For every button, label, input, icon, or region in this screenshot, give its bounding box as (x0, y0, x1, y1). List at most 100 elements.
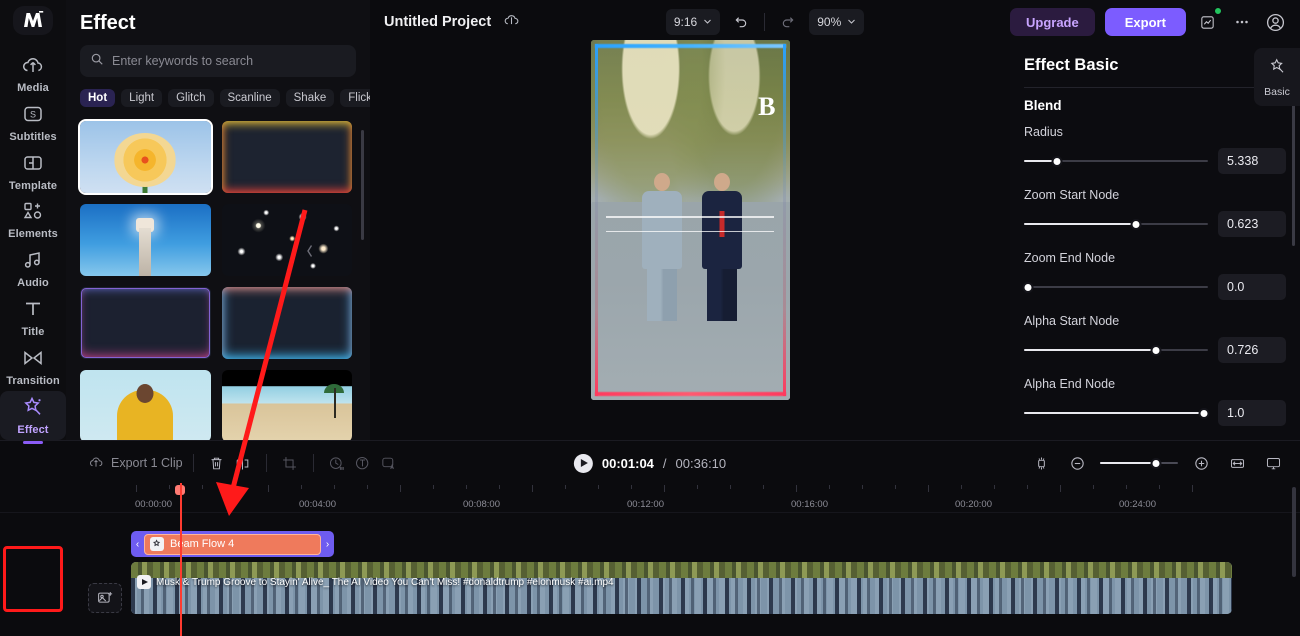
radius-value[interactable]: 5.338 (1218, 148, 1286, 174)
feedback-icon[interactable] (1196, 7, 1222, 35)
effect-border-bottom (594, 392, 786, 396)
preview-person-right (701, 172, 742, 321)
chevron-left-icon (306, 244, 314, 261)
snap-magnet-icon[interactable] (1028, 450, 1054, 476)
sidebar-item-label: Title (21, 326, 45, 339)
playhead-line[interactable] (180, 483, 182, 636)
effect-magic-wand-icon (21, 395, 45, 419)
alpha-start-node-slider[interactable] (1024, 343, 1208, 357)
yellow-outfit-effect-thumbnail[interactable] (80, 370, 211, 440)
tag-hot[interactable]: Hot (80, 89, 116, 107)
collapse-panel-button[interactable] (304, 232, 316, 272)
alpha-end-node-slider[interactable] (1024, 406, 1210, 420)
aspect-ratio-selector[interactable]: 9:16 (665, 9, 721, 35)
lighthouse-effect-thumbnail[interactable] (80, 204, 211, 276)
sidebar-item-elements[interactable]: Elements (0, 195, 66, 244)
sidebar-item-label: Effect (17, 424, 49, 437)
timeline-vertical-scrollbar[interactable] (1292, 487, 1296, 577)
tag-shake[interactable]: Shake (285, 89, 335, 107)
zoom-level-selector[interactable]: 90% (809, 9, 865, 35)
subtitles-icon: S (21, 102, 45, 126)
redo-button[interactable] (775, 9, 801, 35)
sidebar-item-template[interactable]: Template (0, 147, 66, 196)
clip-left-handle[interactable]: ‹ (133, 539, 142, 550)
tag-glitch[interactable]: Glitch (168, 89, 214, 107)
flower-effect-thumbnail[interactable] (78, 119, 213, 195)
more-options-icon[interactable] (1230, 9, 1254, 35)
zoom-in-icon[interactable] (1188, 450, 1214, 476)
effect-clip-beam-flow-4[interactable]: ‹ Beam Flow 4 › (131, 531, 334, 557)
app-logo[interactable] (13, 6, 53, 35)
sidebar-item-media[interactable]: Media (0, 49, 66, 98)
ruler-label: 00:24:00 (1119, 499, 1156, 510)
add-media-icon[interactable] (88, 583, 122, 613)
timeline-zoom-slider[interactable] (1100, 456, 1178, 470)
control-alpha-end-node: Alpha End Node 1.0 (1024, 377, 1286, 426)
ruler-label: 00:16:00 (791, 499, 828, 510)
blue-border-effect-thumbnail[interactable] (221, 287, 352, 359)
effect-track-row: ‹ Beam Flow 4 › (88, 531, 1300, 557)
tag-filter-row: Hot Light Glitch Scanline Shake Flicker (66, 77, 370, 117)
sidebar-item-effect[interactable]: Effect (0, 391, 66, 445)
preview-guide-line-2 (606, 230, 774, 233)
speed-ramp-icon[interactable] (324, 450, 350, 476)
effect-border-top (594, 44, 786, 48)
upgrade-button[interactable]: Upgrade (1010, 8, 1095, 36)
sidebar-item-title[interactable]: Title (0, 293, 66, 342)
zoom-start-node-value[interactable]: 0.623 (1218, 211, 1286, 237)
project-title[interactable]: Untitled Project (384, 14, 491, 30)
beach-effect-thumbnail[interactable] (221, 370, 352, 440)
search-box[interactable] (80, 45, 356, 77)
alpha-end-node-value[interactable]: 1.0 (1218, 400, 1286, 426)
video-clip[interactable]: Musk & Trump Groove to Stayin' Alive_ Th… (131, 562, 1232, 614)
warm-border-effect-thumbnail[interactable] (221, 121, 352, 193)
preview-render-icon[interactable] (1260, 450, 1286, 476)
export-clip-button[interactable]: Export 1 Clip (88, 454, 183, 473)
play-icon[interactable] (573, 453, 593, 473)
zoom-out-icon[interactable] (1064, 450, 1090, 476)
properties-body: Blend Radius 5.338 Zoom Start Node 0.623… (1010, 88, 1300, 426)
split-icon[interactable] (230, 450, 256, 476)
export-button[interactable]: Export (1104, 8, 1186, 36)
search-input[interactable] (112, 54, 346, 68)
video-preview[interactable]: B (590, 40, 790, 400)
zoom-start-node-slider[interactable] (1024, 217, 1208, 231)
tab-basic[interactable]: Basic (1254, 48, 1300, 106)
audio-note-icon (21, 248, 45, 272)
ruler-label: 00:20:00 (955, 499, 992, 510)
cloud-sync-icon[interactable] (503, 11, 520, 33)
time-separator: / (662, 455, 667, 471)
fit-timeline-icon[interactable] (1224, 450, 1250, 476)
tag-scanline[interactable]: Scanline (219, 89, 280, 107)
ruler-label: 00:08:00 (463, 499, 500, 510)
sidebar-item-audio[interactable]: Audio (0, 244, 66, 293)
tag-flicker[interactable]: Flicker (340, 89, 370, 107)
delete-icon[interactable] (204, 450, 230, 476)
auto-reframe-icon[interactable] (350, 450, 376, 476)
zoom-end-node-value[interactable]: 0.0 (1218, 274, 1286, 300)
alpha-start-node-value[interactable]: 0.726 (1218, 337, 1286, 363)
undo-button[interactable] (728, 9, 754, 35)
blend-section-title: Blend (1024, 98, 1062, 113)
sidebar-item-transition[interactable]: Transition (0, 342, 66, 391)
chevron-down-icon (847, 15, 856, 29)
timeline-section: Export 1 Clip 00:01:04 / 00:36:10 00:00:… (0, 440, 1300, 636)
control-label: Radius (1024, 125, 1063, 139)
clip-right-handle[interactable]: › (323, 539, 332, 550)
video-track-row: Musk & Trump Groove to Stayin' Alive_ Th… (88, 559, 1300, 615)
crop-icon[interactable] (277, 450, 303, 476)
control-label: Alpha Start Node (1024, 314, 1120, 328)
tag-light[interactable]: Light (121, 89, 163, 107)
panel-scrollbar[interactable] (361, 130, 364, 240)
control-alpha-start-node: Alpha Start Node 0.726 (1024, 314, 1286, 363)
zoom-end-node-slider[interactable] (1022, 280, 1208, 294)
timeline-ruler[interactable]: 00:00:00 00:04:00 00:08:00 00:12:00 00:1… (0, 485, 1300, 513)
radius-slider[interactable] (1024, 154, 1208, 168)
purple-border-effect-thumbnail[interactable] (80, 287, 211, 359)
auto-caption-icon[interactable] (376, 450, 402, 476)
top-toolbar: Untitled Project 9:16 90% (370, 0, 1010, 44)
sidebar-item-subtitles[interactable]: S Subtitles (0, 98, 66, 147)
stars-effect-thumbnail[interactable] (221, 204, 352, 276)
cloud-upload-icon (21, 53, 45, 77)
account-avatar-icon[interactable] (1264, 9, 1288, 35)
